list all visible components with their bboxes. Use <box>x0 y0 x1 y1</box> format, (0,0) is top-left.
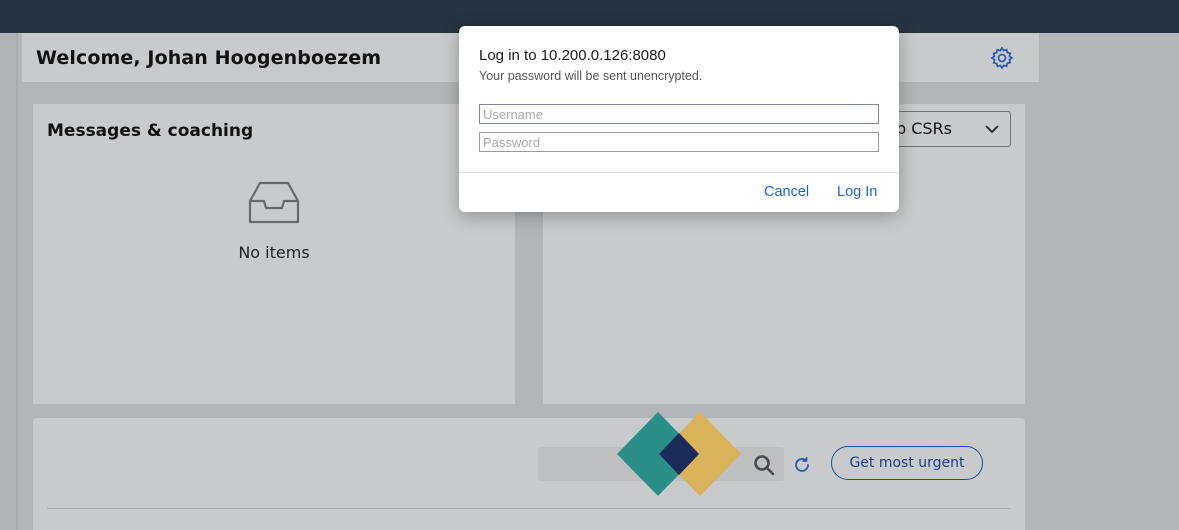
left-sidebar-edge <box>0 33 18 530</box>
gear-icon[interactable] <box>989 45 1015 71</box>
login-dialog: Log in to 10.200.0.126:8080 Your passwor… <box>459 26 899 212</box>
log-in-button[interactable]: Log In <box>837 184 877 200</box>
search-icon[interactable] <box>753 454 775 476</box>
refresh-icon[interactable] <box>793 456 811 474</box>
divider <box>47 508 1011 509</box>
messages-card-title: Messages & coaching <box>47 121 254 141</box>
dialog-title: Log in to 10.200.0.126:8080 <box>479 47 666 64</box>
dialog-subtitle: Your password will be sent unencrypted. <box>479 69 703 83</box>
welcome-title: Welcome, Johan Hoogenboezem <box>36 47 382 69</box>
inbox-icon <box>248 181 300 224</box>
dialog-divider <box>459 172 899 173</box>
get-most-urgent-button[interactable]: Get most urgent <box>831 446 983 480</box>
cancel-button[interactable]: Cancel <box>764 184 809 200</box>
empty-state-text: No items <box>238 243 310 262</box>
loading-spinner-icon <box>617 412 741 496</box>
password-input[interactable] <box>479 132 879 152</box>
messages-coaching-card: Messages & coaching No items <box>33 104 515 404</box>
work-queue-card: Get most urgent <box>33 418 1025 530</box>
username-input[interactable] <box>479 104 879 124</box>
chevron-down-icon <box>985 125 999 134</box>
